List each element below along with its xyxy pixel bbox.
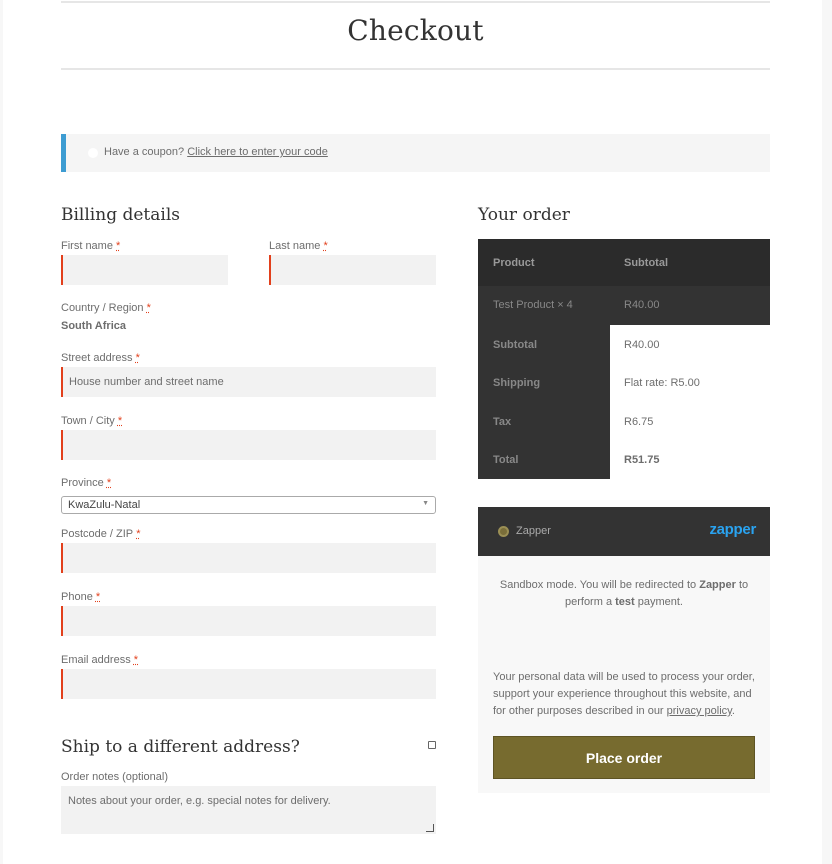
payment-method-label: Zapper bbox=[516, 525, 551, 537]
ship-different-checkbox[interactable] bbox=[428, 741, 436, 749]
province-value: KwaZulu-Natal bbox=[68, 499, 141, 511]
total-value: R51.75 bbox=[624, 454, 660, 466]
col-subtotal: Subtotal bbox=[624, 257, 668, 269]
first-name-field[interactable] bbox=[61, 255, 228, 285]
payment-method-zapper[interactable]: Zapper zapper bbox=[478, 507, 770, 556]
last-name-field[interactable] bbox=[269, 255, 436, 285]
page-title: Checkout bbox=[347, 14, 484, 47]
payment-box: Zapper zapper Sandbox mode. You will be … bbox=[478, 507, 770, 793]
top-divider bbox=[61, 1, 770, 3]
privacy-notice: Your personal data will be used to proce… bbox=[493, 671, 755, 717]
tax-label: Tax bbox=[493, 416, 512, 428]
page-margin-right bbox=[822, 0, 832, 864]
coupon-text: Have a coupon? bbox=[104, 146, 185, 158]
resize-grip-icon[interactable] bbox=[426, 824, 434, 832]
phone-field[interactable] bbox=[61, 606, 436, 636]
place-order-button[interactable]: Place order bbox=[493, 736, 755, 779]
last-name-label: Last name * bbox=[269, 240, 328, 252]
country-label: Country / Region * bbox=[61, 302, 151, 314]
first-name-label: First name * bbox=[61, 240, 121, 252]
billing-heading: Billing details bbox=[61, 205, 180, 225]
tax-value: R6.75 bbox=[624, 416, 654, 428]
street-label: Street address * bbox=[61, 352, 140, 364]
order-heading: Your order bbox=[478, 205, 570, 225]
province-select[interactable]: KwaZulu-Natal ▼ bbox=[61, 496, 436, 514]
ship-different-heading: Ship to a different address? bbox=[61, 737, 300, 757]
subtotal-value: R40.00 bbox=[624, 339, 660, 351]
province-label: Province * bbox=[61, 477, 112, 489]
info-icon bbox=[88, 148, 98, 158]
order-item-row: Test Product × 4 R40.00 bbox=[478, 286, 770, 325]
postcode-field[interactable] bbox=[61, 543, 436, 573]
total-label: Total bbox=[493, 454, 519, 466]
email-field[interactable] bbox=[61, 669, 436, 699]
country-value: South Africa bbox=[61, 320, 126, 332]
chevron-down-icon: ▼ bbox=[422, 500, 429, 507]
order-notes-placeholder: Notes about your order, e.g. special not… bbox=[68, 795, 331, 807]
payment-radio[interactable] bbox=[498, 526, 509, 537]
order-table-header: Product Subtotal bbox=[478, 239, 770, 286]
item-total: R40.00 bbox=[624, 299, 660, 311]
order-notes-textarea[interactable]: Notes about your order, e.g. special not… bbox=[61, 786, 436, 834]
zapper-logo: zapper bbox=[709, 521, 756, 538]
postcode-label: Postcode / ZIP * bbox=[61, 528, 141, 540]
item-name: Test Product × 4 bbox=[493, 299, 573, 311]
privacy-policy-link[interactable]: privacy policy bbox=[667, 705, 732, 717]
street-address-field[interactable]: House number and street name bbox=[61, 367, 436, 397]
email-label: Email address * bbox=[61, 654, 139, 666]
title-divider bbox=[61, 68, 770, 70]
subtotal-label: Subtotal bbox=[493, 339, 537, 351]
order-notes-label: Order notes (optional) bbox=[61, 771, 168, 783]
coupon-link[interactable]: Click here to enter your code bbox=[187, 146, 328, 158]
col-product: Product bbox=[493, 257, 535, 269]
shipping-label: Shipping bbox=[493, 377, 541, 389]
town-label: Town / City * bbox=[61, 415, 123, 427]
coupon-notice: Have a coupon? Click here to enter your … bbox=[61, 134, 770, 172]
shipping-value: Flat rate: R5.00 bbox=[624, 377, 700, 389]
phone-label: Phone * bbox=[61, 591, 101, 603]
town-city-field[interactable] bbox=[61, 430, 436, 460]
sandbox-notice: Sandbox mode. You will be redirected to … bbox=[499, 579, 749, 608]
